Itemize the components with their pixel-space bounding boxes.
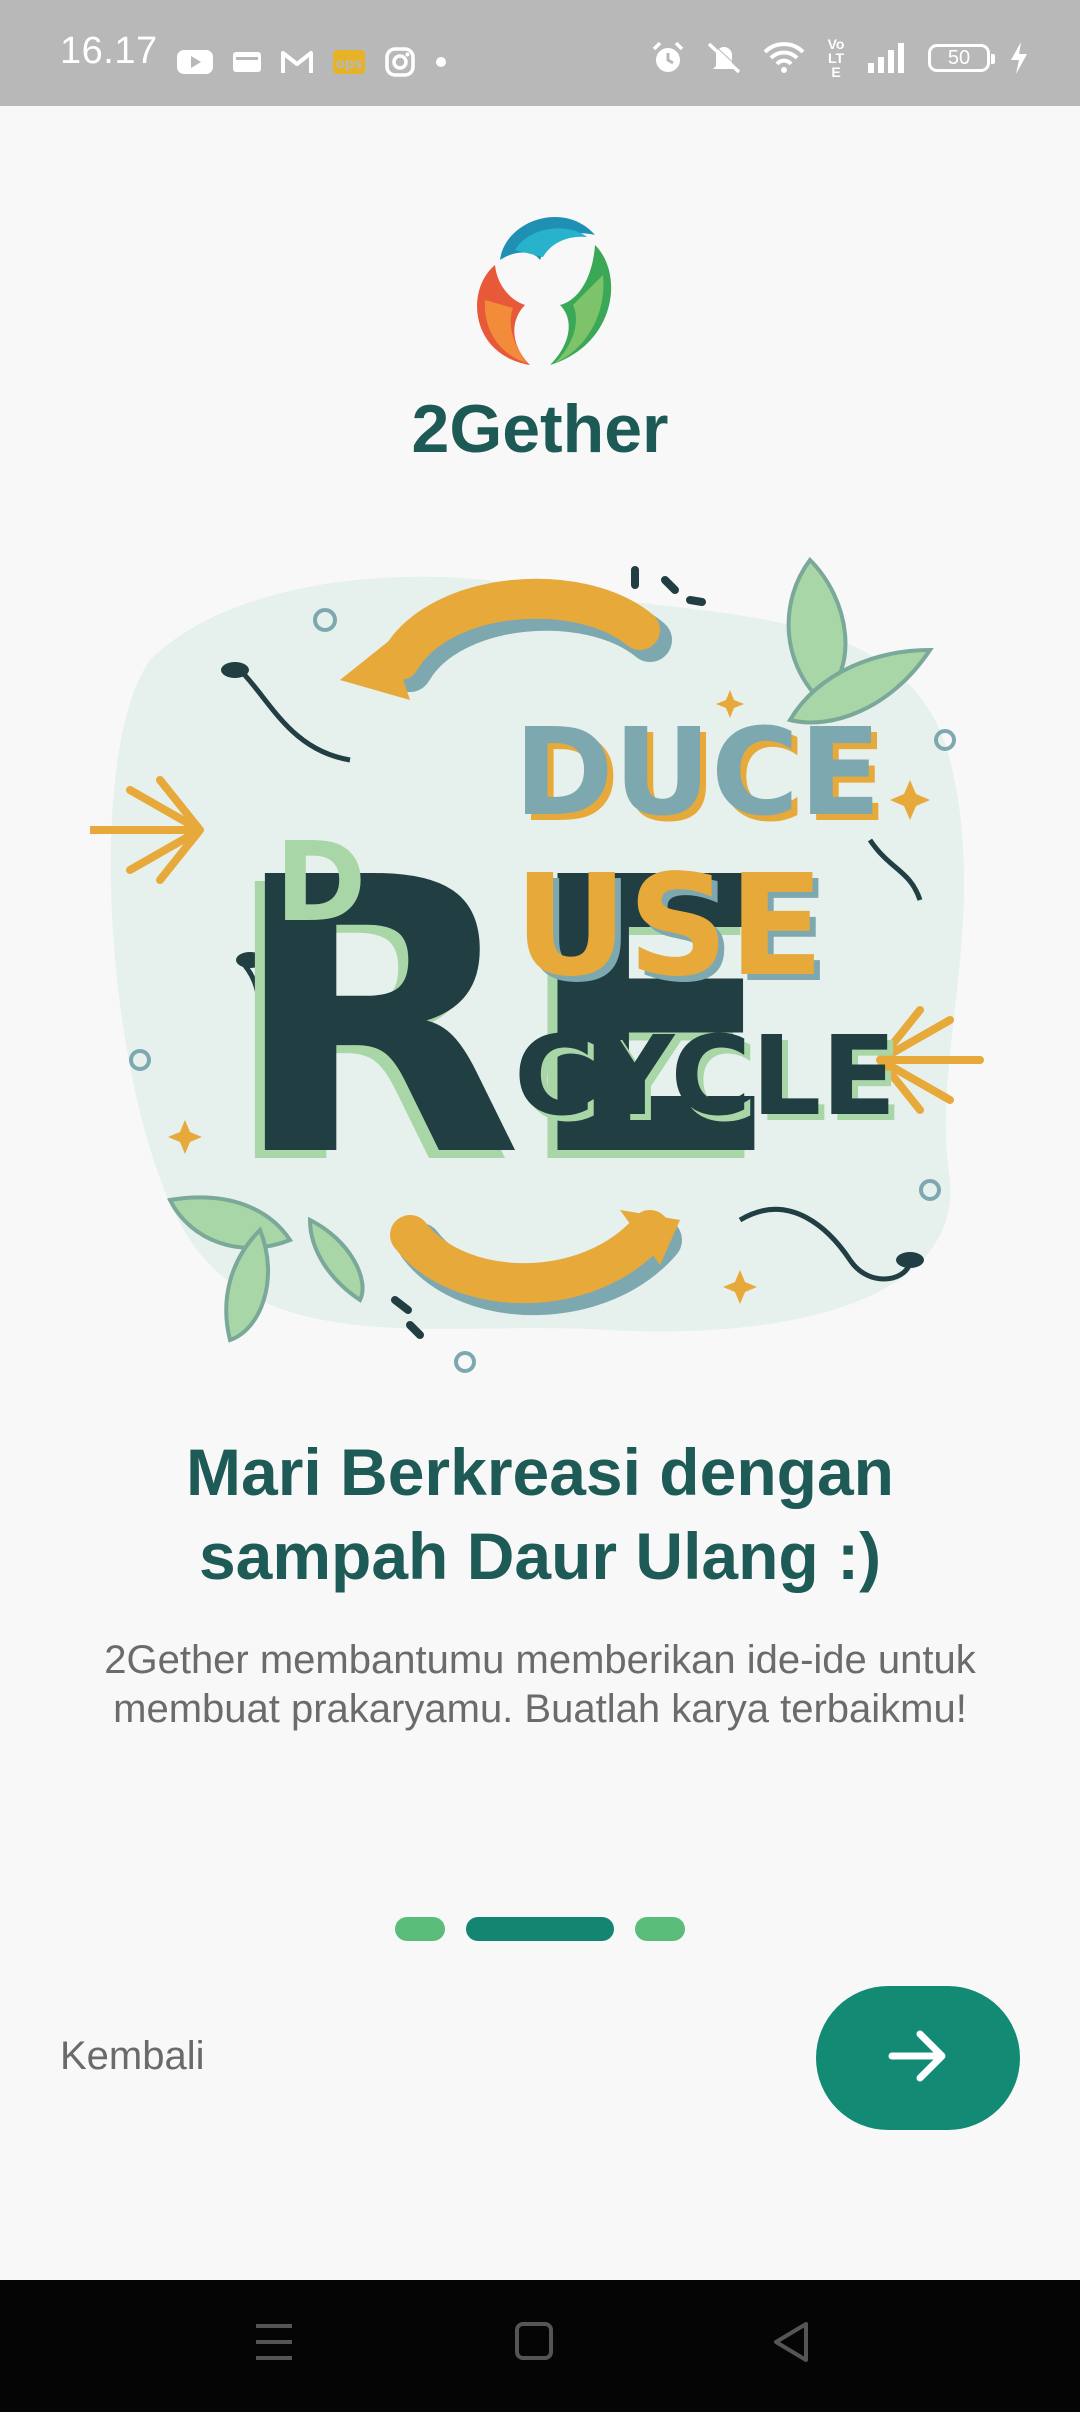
- wifi-icon: [762, 41, 806, 75]
- arrow-right-icon: [888, 2029, 948, 2088]
- back-button[interactable]: Kembali: [60, 2034, 205, 2079]
- battery-level: 50: [947, 46, 971, 69]
- page-dot-2-active[interactable]: [466, 1917, 614, 1941]
- page-dot-1[interactable]: [395, 1917, 445, 1941]
- svg-text:ops: ops: [336, 57, 362, 72]
- mute-icon: [704, 40, 744, 76]
- youtube-icon: [176, 48, 214, 76]
- illus-duce: DUCE: [514, 704, 881, 843]
- system-icons: Vo LTE 50: [650, 34, 1030, 82]
- status-bar: 16.17 ops Vo LTE 50: [0, 0, 1080, 106]
- illus-cycle: CYCLE: [514, 1012, 896, 1140]
- notification-icons: ops: [176, 38, 448, 86]
- battery-icon: 50: [928, 44, 995, 72]
- instagram-icon: [384, 46, 416, 78]
- next-button[interactable]: [816, 1986, 1020, 2130]
- illus-use: USE: [514, 845, 824, 1008]
- illus-d: D: [275, 818, 366, 946]
- signal-icon: [866, 41, 910, 75]
- volte-icon: Vo LTE: [824, 37, 848, 79]
- onboarding-headline: Mari Berkreasi dengan sampah Daur Ulang …: [186, 1435, 894, 1593]
- app-name: 2Gether: [411, 391, 669, 467]
- page-dot-3[interactable]: [635, 1917, 685, 1941]
- page-indicator: [0, 1917, 1080, 1943]
- menu-icon[interactable]: [254, 2320, 294, 2369]
- reduce-reuse-recycle-illustration: RE RE DUCE DUCE USE USE CYCLE CYCLE D: [86, 540, 990, 1400]
- home-icon[interactable]: [514, 2320, 554, 2369]
- dot-icon: [434, 55, 448, 69]
- gmail-icon: [280, 49, 314, 75]
- system-nav-bar: [0, 2280, 1080, 2412]
- app-notification-icon: ops: [332, 47, 366, 77]
- onboarding-subtitle: 2Gether membantumu memberikan ide-ide un…: [104, 1638, 976, 1731]
- charging-icon: [1008, 40, 1030, 76]
- status-time: 16.17: [60, 30, 158, 72]
- alarm-icon: [650, 40, 686, 76]
- back-icon[interactable]: [770, 2320, 810, 2369]
- app-logo-icon: [455, 205, 625, 370]
- message-icon: [232, 49, 262, 75]
- volte-label: Vo LTE: [827, 36, 845, 80]
